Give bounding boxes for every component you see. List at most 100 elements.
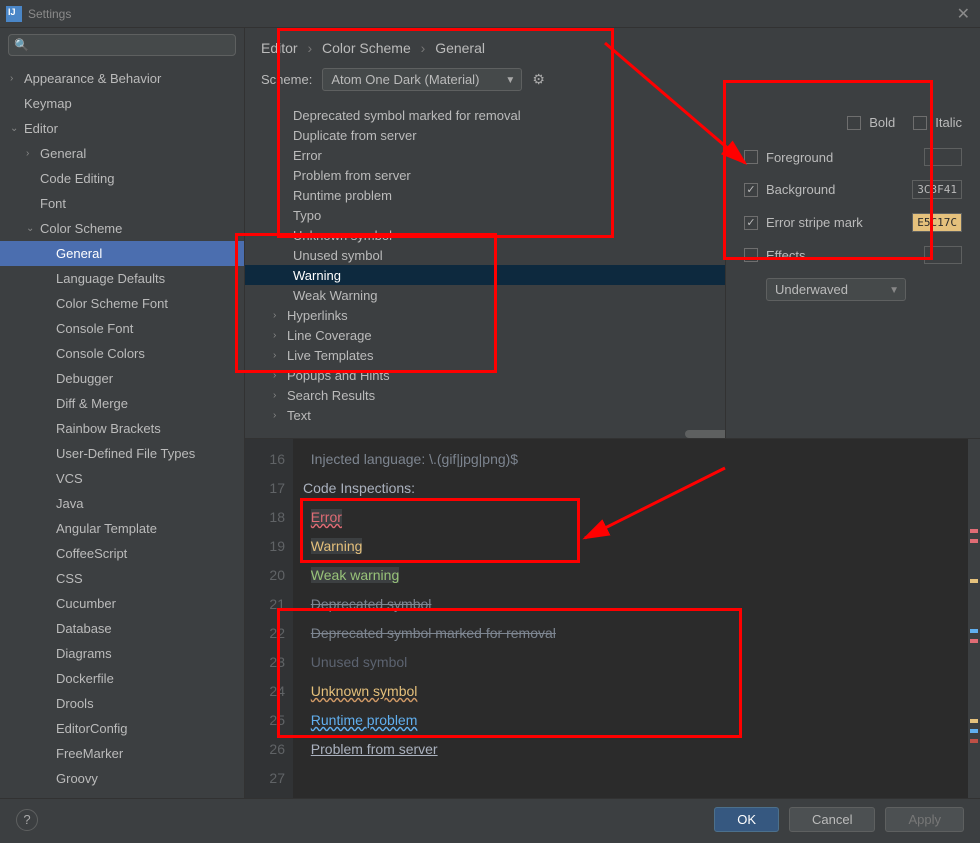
tree-item[interactable]: CoffeeScript bbox=[0, 541, 244, 566]
tree-item[interactable]: FreeMarker bbox=[0, 741, 244, 766]
attribute-item[interactable]: Problem from server bbox=[245, 165, 725, 185]
effects-type-value: Underwaved bbox=[775, 282, 848, 297]
tree-item[interactable]: Font bbox=[0, 191, 244, 216]
tree-item[interactable]: Database bbox=[0, 616, 244, 641]
tree-item[interactable]: Language Defaults bbox=[0, 266, 244, 291]
code-line[interactable]: Deprecated symbol marked for removal bbox=[303, 619, 980, 648]
attribute-item[interactable]: Unknown symbol bbox=[245, 225, 725, 245]
attribute-item[interactable]: Runtime problem bbox=[245, 185, 725, 205]
code-line[interactable]: Deprecated symbol bbox=[303, 590, 980, 619]
settings-tree[interactable]: ›Appearance & BehaviorKeymap⌄Editor›Gene… bbox=[0, 62, 244, 798]
foreground-row[interactable]: Foreground bbox=[744, 148, 962, 166]
attribute-list[interactable]: Deprecated symbol marked for removalDupl… bbox=[245, 101, 725, 438]
color-swatch[interactable] bbox=[924, 148, 962, 166]
attribute-item[interactable]: Typo bbox=[245, 205, 725, 225]
attribute-category[interactable]: ›Popups and Hints bbox=[245, 365, 725, 385]
attribute-category[interactable]: ›Live Templates bbox=[245, 345, 725, 365]
tree-item[interactable]: Code Editing bbox=[0, 166, 244, 191]
attribute-category[interactable]: ›Hyperlinks bbox=[245, 305, 725, 325]
tree-item[interactable]: Cucumber bbox=[0, 591, 244, 616]
tree-item[interactable]: General bbox=[0, 241, 244, 266]
stripe-mark[interactable] bbox=[970, 739, 978, 743]
gear-icon[interactable]: ⚙ bbox=[532, 71, 545, 88]
background-row[interactable]: Background 3C3F41 bbox=[744, 180, 962, 199]
code-area[interactable]: Injected language: \.(gif|jpg|png)$Code … bbox=[293, 439, 980, 798]
tree-item[interactable]: Java bbox=[0, 491, 244, 516]
tree-item[interactable]: Keymap bbox=[0, 91, 244, 116]
search-input[interactable] bbox=[8, 34, 236, 56]
stripe-mark[interactable] bbox=[970, 539, 978, 543]
tree-item[interactable]: Angular Template bbox=[0, 516, 244, 541]
tree-item-label: CoffeeScript bbox=[56, 546, 127, 561]
scrollbar-thumb[interactable] bbox=[685, 430, 725, 438]
stripe-mark[interactable] bbox=[970, 729, 978, 733]
code-line[interactable]: Weak warning bbox=[303, 561, 980, 590]
attribute-item[interactable]: Deprecated symbol marked for removal bbox=[245, 105, 725, 125]
breadcrumb-item[interactable]: Editor bbox=[261, 40, 298, 56]
code-preview: 161718192021222324252627 Injected langua… bbox=[245, 438, 980, 798]
color-hex[interactable]: 3C3F41 bbox=[912, 180, 962, 199]
attribute-item[interactable]: Error bbox=[245, 145, 725, 165]
tree-item-label: Diagrams bbox=[56, 646, 112, 661]
chevron-icon: › bbox=[26, 148, 40, 159]
attribute-category[interactable]: ›Search Results bbox=[245, 385, 725, 405]
tree-item[interactable]: Diagrams bbox=[0, 641, 244, 666]
code-line[interactable]: Unused symbol bbox=[303, 648, 980, 677]
tree-item[interactable]: Dockerfile bbox=[0, 666, 244, 691]
code-line[interactable]: Error bbox=[303, 503, 980, 532]
tree-item[interactable]: ⌄Color Scheme bbox=[0, 216, 244, 241]
help-icon[interactable]: ? bbox=[16, 809, 38, 831]
effects-row[interactable]: Effects bbox=[744, 246, 962, 264]
effects-type-select[interactable]: Underwaved ▼ bbox=[766, 278, 906, 301]
close-icon[interactable]: ✕ bbox=[953, 4, 974, 24]
italic-checkbox[interactable]: Italic bbox=[913, 115, 962, 130]
error-stripe[interactable] bbox=[968, 439, 980, 798]
stripe-mark[interactable] bbox=[970, 639, 978, 643]
scheme-select[interactable]: Atom One Dark (Material) ▼ bbox=[322, 68, 522, 91]
ok-button[interactable]: OK bbox=[714, 807, 779, 832]
line-number: 24 bbox=[245, 677, 285, 706]
stripe-mark[interactable] bbox=[970, 529, 978, 533]
tree-item[interactable]: Color Scheme Font bbox=[0, 291, 244, 316]
code-line[interactable]: Injected language: \.(gif|jpg|png)$ bbox=[303, 445, 980, 474]
attribute-item[interactable]: Weak Warning bbox=[245, 285, 725, 305]
stripe-row[interactable]: Error stripe mark E5C17C bbox=[744, 213, 962, 232]
tree-item[interactable]: Drools bbox=[0, 691, 244, 716]
stripe-mark[interactable] bbox=[970, 719, 978, 723]
color-hex[interactable]: E5C17C bbox=[912, 213, 962, 232]
attribute-item[interactable]: Warning bbox=[245, 265, 725, 285]
chevron-down-icon: ▼ bbox=[889, 285, 899, 296]
code-line[interactable]: Runtime problem bbox=[303, 706, 980, 735]
tree-item[interactable]: ›General bbox=[0, 141, 244, 166]
code-line[interactable]: Warning bbox=[303, 532, 980, 561]
category-label: Text bbox=[287, 408, 311, 423]
attribute-category[interactable]: ›Text bbox=[245, 405, 725, 425]
breadcrumb-item[interactable]: Color Scheme bbox=[322, 40, 411, 56]
tree-item[interactable]: VCS bbox=[0, 466, 244, 491]
stripe-mark[interactable] bbox=[970, 579, 978, 583]
scheme-row: Scheme: Atom One Dark (Material) ▼ ⚙ bbox=[245, 64, 980, 101]
bold-checkbox[interactable]: Bold bbox=[847, 115, 895, 130]
attribute-item[interactable]: Unused symbol bbox=[245, 245, 725, 265]
cancel-button[interactable]: Cancel bbox=[789, 807, 875, 832]
color-swatch[interactable] bbox=[924, 246, 962, 264]
tree-item[interactable]: Diff & Merge bbox=[0, 391, 244, 416]
tree-item[interactable]: User-Defined File Types bbox=[0, 441, 244, 466]
attribute-category[interactable]: ›Line Coverage bbox=[245, 325, 725, 345]
tree-item[interactable]: ›Appearance & Behavior bbox=[0, 66, 244, 91]
tree-item[interactable]: EditorConfig bbox=[0, 716, 244, 741]
apply-button[interactable]: Apply bbox=[885, 807, 964, 832]
tree-item[interactable]: Groovy bbox=[0, 766, 244, 791]
tree-item[interactable]: Console Colors bbox=[0, 341, 244, 366]
line-number: 16 bbox=[245, 445, 285, 474]
code-line[interactable]: Problem from server bbox=[303, 735, 980, 764]
tree-item[interactable]: Rainbow Brackets bbox=[0, 416, 244, 441]
stripe-mark[interactable] bbox=[970, 629, 978, 633]
tree-item[interactable]: Debugger bbox=[0, 366, 244, 391]
tree-item[interactable]: ⌄Editor bbox=[0, 116, 244, 141]
code-line[interactable]: Code Inspections: bbox=[303, 474, 980, 503]
tree-item[interactable]: CSS bbox=[0, 566, 244, 591]
code-line[interactable]: Unknown symbol bbox=[303, 677, 980, 706]
attribute-item[interactable]: Duplicate from server bbox=[245, 125, 725, 145]
tree-item[interactable]: Console Font bbox=[0, 316, 244, 341]
